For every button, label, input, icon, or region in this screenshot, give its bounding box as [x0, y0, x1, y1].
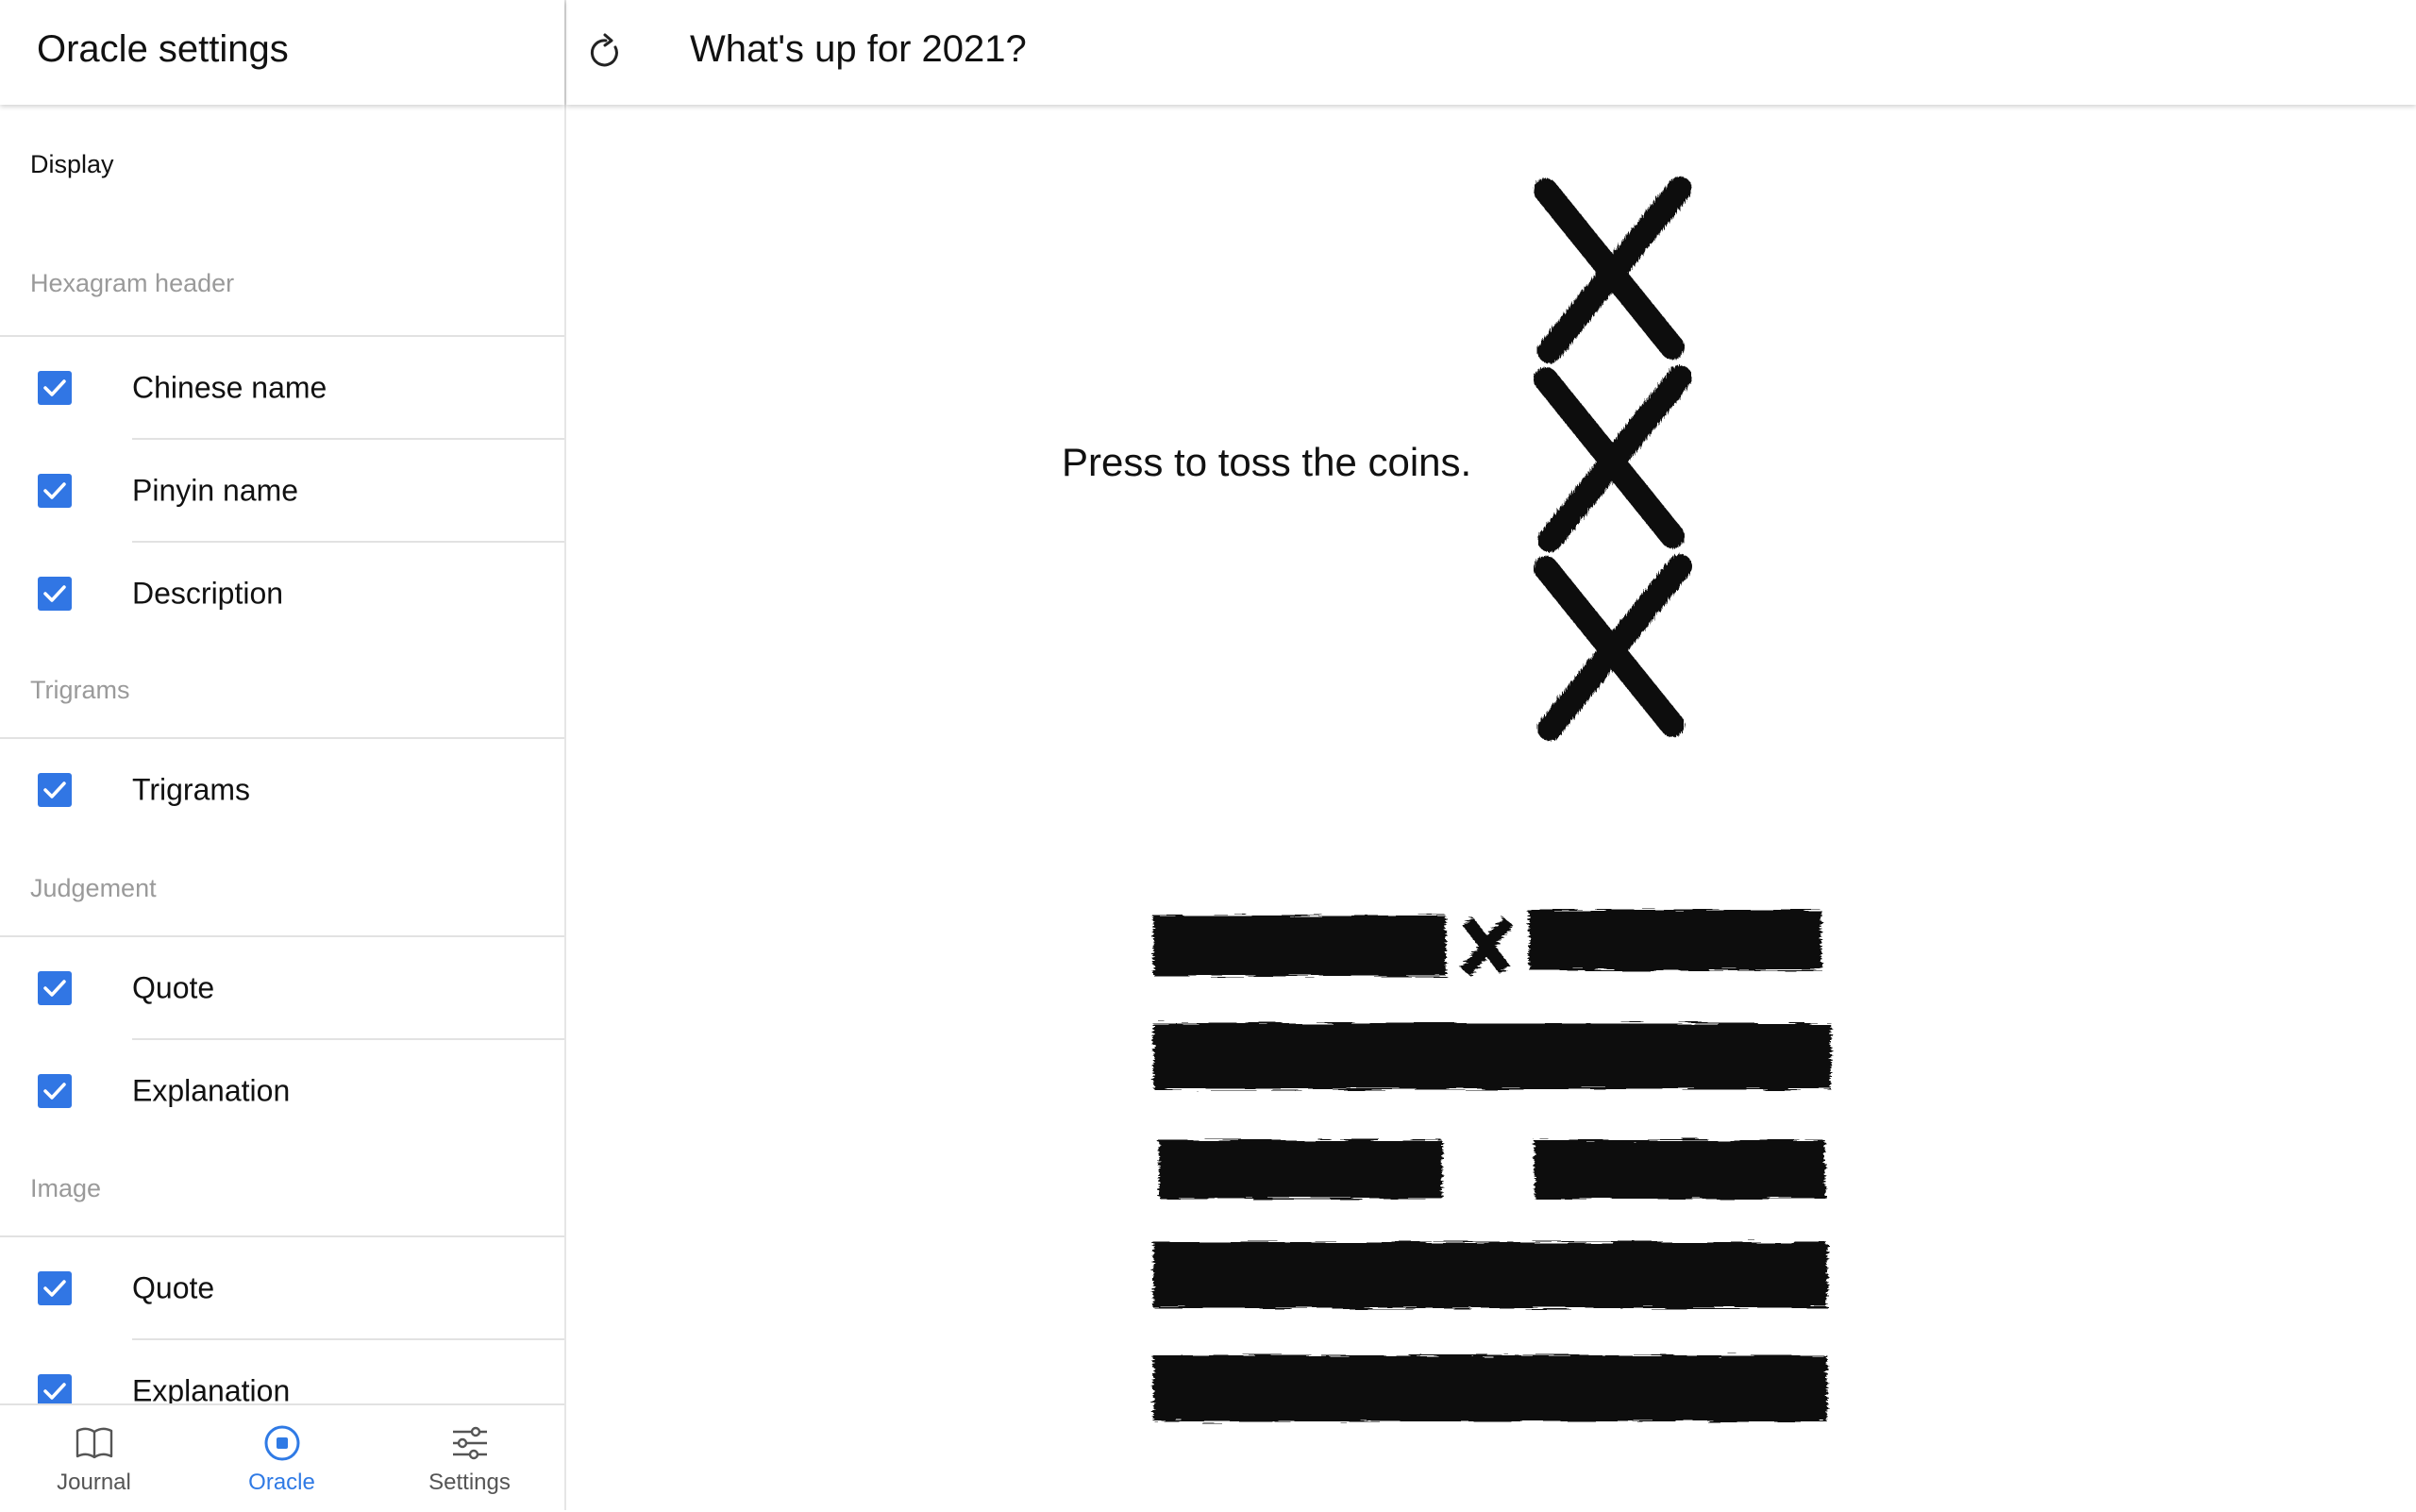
oracle-circle-icon	[264, 1425, 299, 1461]
nav-journal[interactable]: Journal	[0, 1405, 188, 1512]
subheader-image: Image	[30, 1174, 102, 1202]
setting-row-chinese-name[interactable]: Chinese name	[0, 337, 564, 438]
setting-row-judgement-explanation[interactable]: Explanation	[0, 1040, 564, 1141]
checkmark-icon	[43, 781, 66, 798]
checkmark-icon	[43, 979, 66, 997]
checkmark-icon	[43, 1279, 66, 1297]
coin-x-2	[1534, 365, 1692, 552]
checkbox-pinyin-name[interactable]	[38, 473, 72, 508]
setting-row-pinyin-name[interactable]: Pinyin name	[0, 440, 564, 541]
sidebar-header: Oracle settings	[0, 0, 564, 105]
sidebar-title: Oracle settings	[37, 28, 289, 70]
refresh-icon	[590, 33, 618, 67]
nav-label-journal: Journal	[57, 1470, 131, 1495]
bottom-navigation: Journal Oracle Settings	[0, 1403, 564, 1512]
checkmark-icon	[43, 1382, 66, 1400]
coin-x-1	[1534, 176, 1692, 363]
settings-list[interactable]: Display Hexagram header Chinese name Pin…	[0, 107, 564, 1403]
book-icon	[76, 1427, 112, 1459]
setting-label: Quote	[132, 970, 215, 1004]
nav-label-oracle: Oracle	[248, 1470, 315, 1495]
checkmark-icon	[43, 378, 66, 396]
checkbox-description[interactable]	[38, 576, 72, 611]
display-section-label: Display	[30, 150, 114, 178]
main-header: What's up for 2021?	[566, 0, 2416, 105]
checkmark-icon	[43, 584, 66, 602]
hexagram-line-3-broken	[1159, 1140, 1825, 1199]
checkbox-chinese-name[interactable]	[38, 370, 72, 405]
toss-prompt[interactable]: Press to toss the coins.	[1062, 440, 1471, 485]
coin-x-3	[1534, 554, 1692, 741]
checkmark-icon	[43, 481, 66, 499]
hexagram-line-4-solid	[1153, 1242, 1827, 1308]
coin-toss-area[interactable]	[1529, 170, 1708, 746]
nav-settings[interactable]: Settings	[376, 1405, 563, 1512]
setting-row-image-explanation[interactable]: Explanation	[0, 1340, 564, 1403]
setting-label: Explanation	[132, 1373, 291, 1403]
setting-label: Explanation	[132, 1073, 291, 1107]
refresh-button[interactable]	[579, 26, 632, 79]
setting-row-description[interactable]: Description	[0, 543, 564, 644]
checkmark-icon	[43, 1082, 66, 1100]
subheader-hexagram-header: Hexagram header	[30, 269, 235, 297]
checkbox-image-quote[interactable]	[38, 1270, 72, 1305]
setting-row-judgement-quote[interactable]: Quote	[0, 937, 564, 1038]
nav-label-settings: Settings	[428, 1470, 511, 1495]
checkbox-trigrams[interactable]	[38, 772, 72, 807]
hexagram-line-2-solid	[1153, 1023, 1831, 1089]
settings-sidebar: Oracle settings Display Hexagram header …	[0, 0, 566, 1512]
question-title: What's up for 2021?	[690, 28, 1027, 70]
setting-label: Trigrams	[132, 772, 251, 806]
setting-label: Pinyin name	[132, 473, 299, 507]
sliders-icon	[452, 1426, 487, 1460]
checkbox-judgement-explanation[interactable]	[38, 1073, 72, 1108]
setting-label: Chinese name	[132, 370, 327, 404]
setting-row-image-quote[interactable]: Quote	[0, 1237, 564, 1338]
setting-label: Quote	[132, 1270, 215, 1304]
subheader-trigrams: Trigrams	[30, 676, 130, 704]
setting-label: Description	[132, 576, 284, 610]
checkbox-image-explanation[interactable]	[38, 1373, 72, 1403]
hexagram-line-1-changing	[1153, 910, 1821, 977]
checkbox-judgement-quote[interactable]	[38, 970, 72, 1005]
hexagram-line-5-solid	[1153, 1355, 1827, 1421]
nav-oracle[interactable]: Oracle	[188, 1405, 376, 1512]
subheader-judgement: Judgement	[30, 874, 157, 902]
hexagram-figure	[1153, 910, 1831, 1421]
setting-row-trigrams[interactable]: Trigrams	[0, 739, 564, 840]
